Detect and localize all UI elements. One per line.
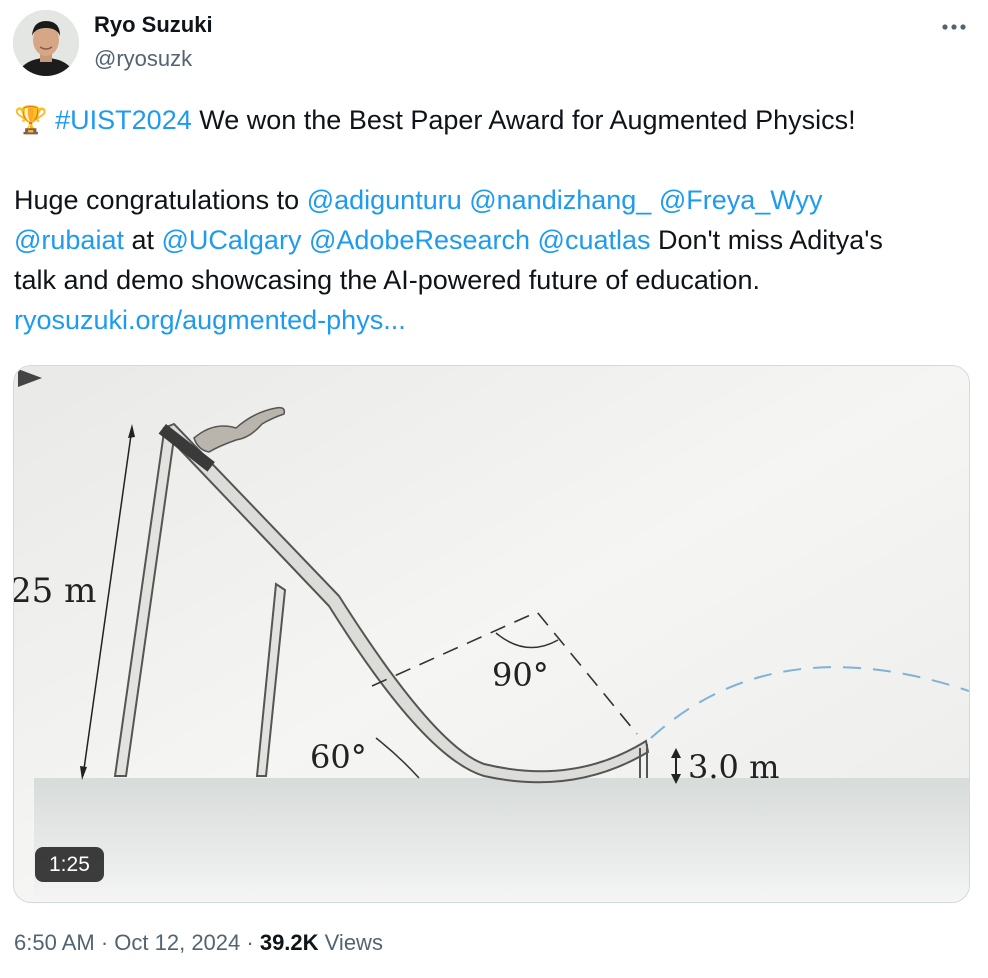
tweet-line-3-text: Don't miss Aditya's: [650, 225, 883, 255]
tweet-line-1: 🏆 #UIST2024 We won the Best Paper Award …: [14, 100, 964, 140]
more-horizontal-icon: [942, 24, 966, 30]
video-frame: 25 m 90° 60° 3.0 m: [14, 366, 969, 902]
hashtag-link[interactable]: #UIST2024: [55, 105, 192, 135]
trophy-icon: 🏆: [14, 105, 48, 135]
tweet-line-4: talk and demo showcasing the AI-powered …: [14, 265, 760, 295]
congrats-text: Huge congratulations to: [14, 185, 307, 215]
tweet-date[interactable]: Oct 12, 2024: [114, 930, 240, 955]
avatar[interactable]: [13, 10, 79, 76]
mention-cuatlas[interactable]: @cuatlas: [538, 225, 651, 255]
tweet-line-5: ryosuzuki.org/augmented-phys...: [14, 300, 964, 340]
angle-90-label: 90°: [492, 656, 549, 694]
tweet-time[interactable]: 6:50 AM: [14, 930, 95, 955]
mention-adigunturu[interactable]: @adigunturu: [307, 185, 462, 215]
tweet-text: 🏆 #UIST2024 We won the Best Paper Award …: [14, 100, 964, 340]
mention-rubaiat[interactable]: @rubaiat: [14, 225, 124, 255]
angle-60-label: 60°: [310, 738, 367, 776]
author-handle[interactable]: @ryosuzk: [94, 46, 192, 72]
end-height-label: 3.0 m: [688, 748, 779, 786]
tweet-line-2: Huge congratulations to @adigunturu @nan…: [14, 180, 964, 220]
meta-separator: ·: [94, 930, 115, 955]
mention-ucalgary[interactable]: @UCalgary: [162, 225, 302, 255]
author-name[interactable]: Ryo Suzuki: [94, 12, 213, 38]
mention-freya[interactable]: @Freya_Wyy: [659, 185, 823, 215]
mention-adobe[interactable]: @AdobeResearch: [309, 225, 530, 255]
meta-separator: ·: [240, 930, 260, 955]
play-icon[interactable]: [14, 366, 46, 390]
at-text: at: [123, 225, 162, 255]
video-player[interactable]: 25 m 90° 60° 3.0 m 1:25: [13, 365, 970, 903]
tweet-line-3: @rubaiat at @UCalgary @AdobeResearch @cu…: [14, 220, 964, 260]
views-count: 39.2K: [259, 930, 319, 955]
tweet-line-1-text: We won the Best Paper Award for Augmente…: [191, 105, 856, 135]
more-button[interactable]: [934, 10, 974, 44]
mention-nandizhang[interactable]: @nandizhang_: [469, 185, 651, 215]
views-label: Views: [318, 930, 383, 955]
avatar-image: [13, 10, 79, 76]
height-label: 25 m: [14, 571, 96, 611]
video-duration-badge: 1:25: [35, 847, 104, 882]
external-link[interactable]: ryosuzuki.org/augmented-phys...: [14, 305, 406, 335]
tweet-meta: 6:50 AM · Oct 12, 2024 · 39.2K Views: [14, 930, 383, 956]
